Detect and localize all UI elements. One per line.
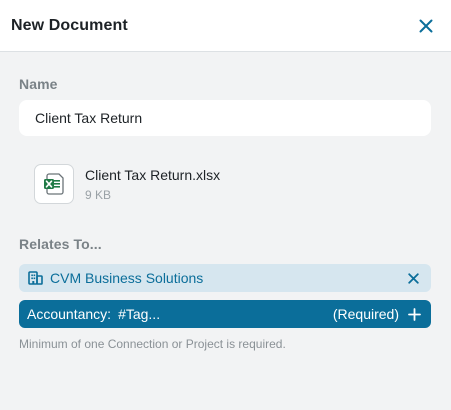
tag-selector[interactable]: Accountancy: #Tag... (Required) [19,300,431,328]
close-icon [407,272,419,284]
helper-text: Minimum of one Connection or Project is … [19,337,286,351]
plus-icon [407,307,421,321]
add-tag-button[interactable] [406,306,422,322]
tag-placeholder: #Tag... [118,306,161,322]
excel-file-icon [34,164,74,204]
tag-selector-content: Accountancy: #Tag... [27,306,160,322]
building-icon [28,271,43,285]
tag-category-label: Accountancy: [27,306,112,322]
tag-selector-actions: (Required) [333,306,422,322]
attached-file: Client Tax Return.xlsx 9 KB [34,164,220,204]
name-input[interactable] [19,100,431,136]
new-document-dialog: New Document Name Client Tax Return.xlsx… [0,0,451,410]
connection-name: CVM Business Solutions [50,270,204,286]
remove-connection-button[interactable] [405,270,421,286]
close-button[interactable] [415,15,437,37]
dialog-header: New Document [0,0,451,52]
connection-chip[interactable]: CVM Business Solutions [19,264,431,292]
relates-to-label: Relates To... [19,236,102,252]
file-name: Client Tax Return.xlsx [85,166,221,183]
connection-chip-content: CVM Business Solutions [28,270,203,286]
dialog-title: New Document [11,16,128,34]
close-icon [419,19,433,32]
file-meta: Client Tax Return.xlsx 9 KB [85,166,220,203]
required-indicator: (Required) [332,306,399,322]
name-label: Name [19,76,58,92]
file-size: 9 KB [85,187,112,202]
